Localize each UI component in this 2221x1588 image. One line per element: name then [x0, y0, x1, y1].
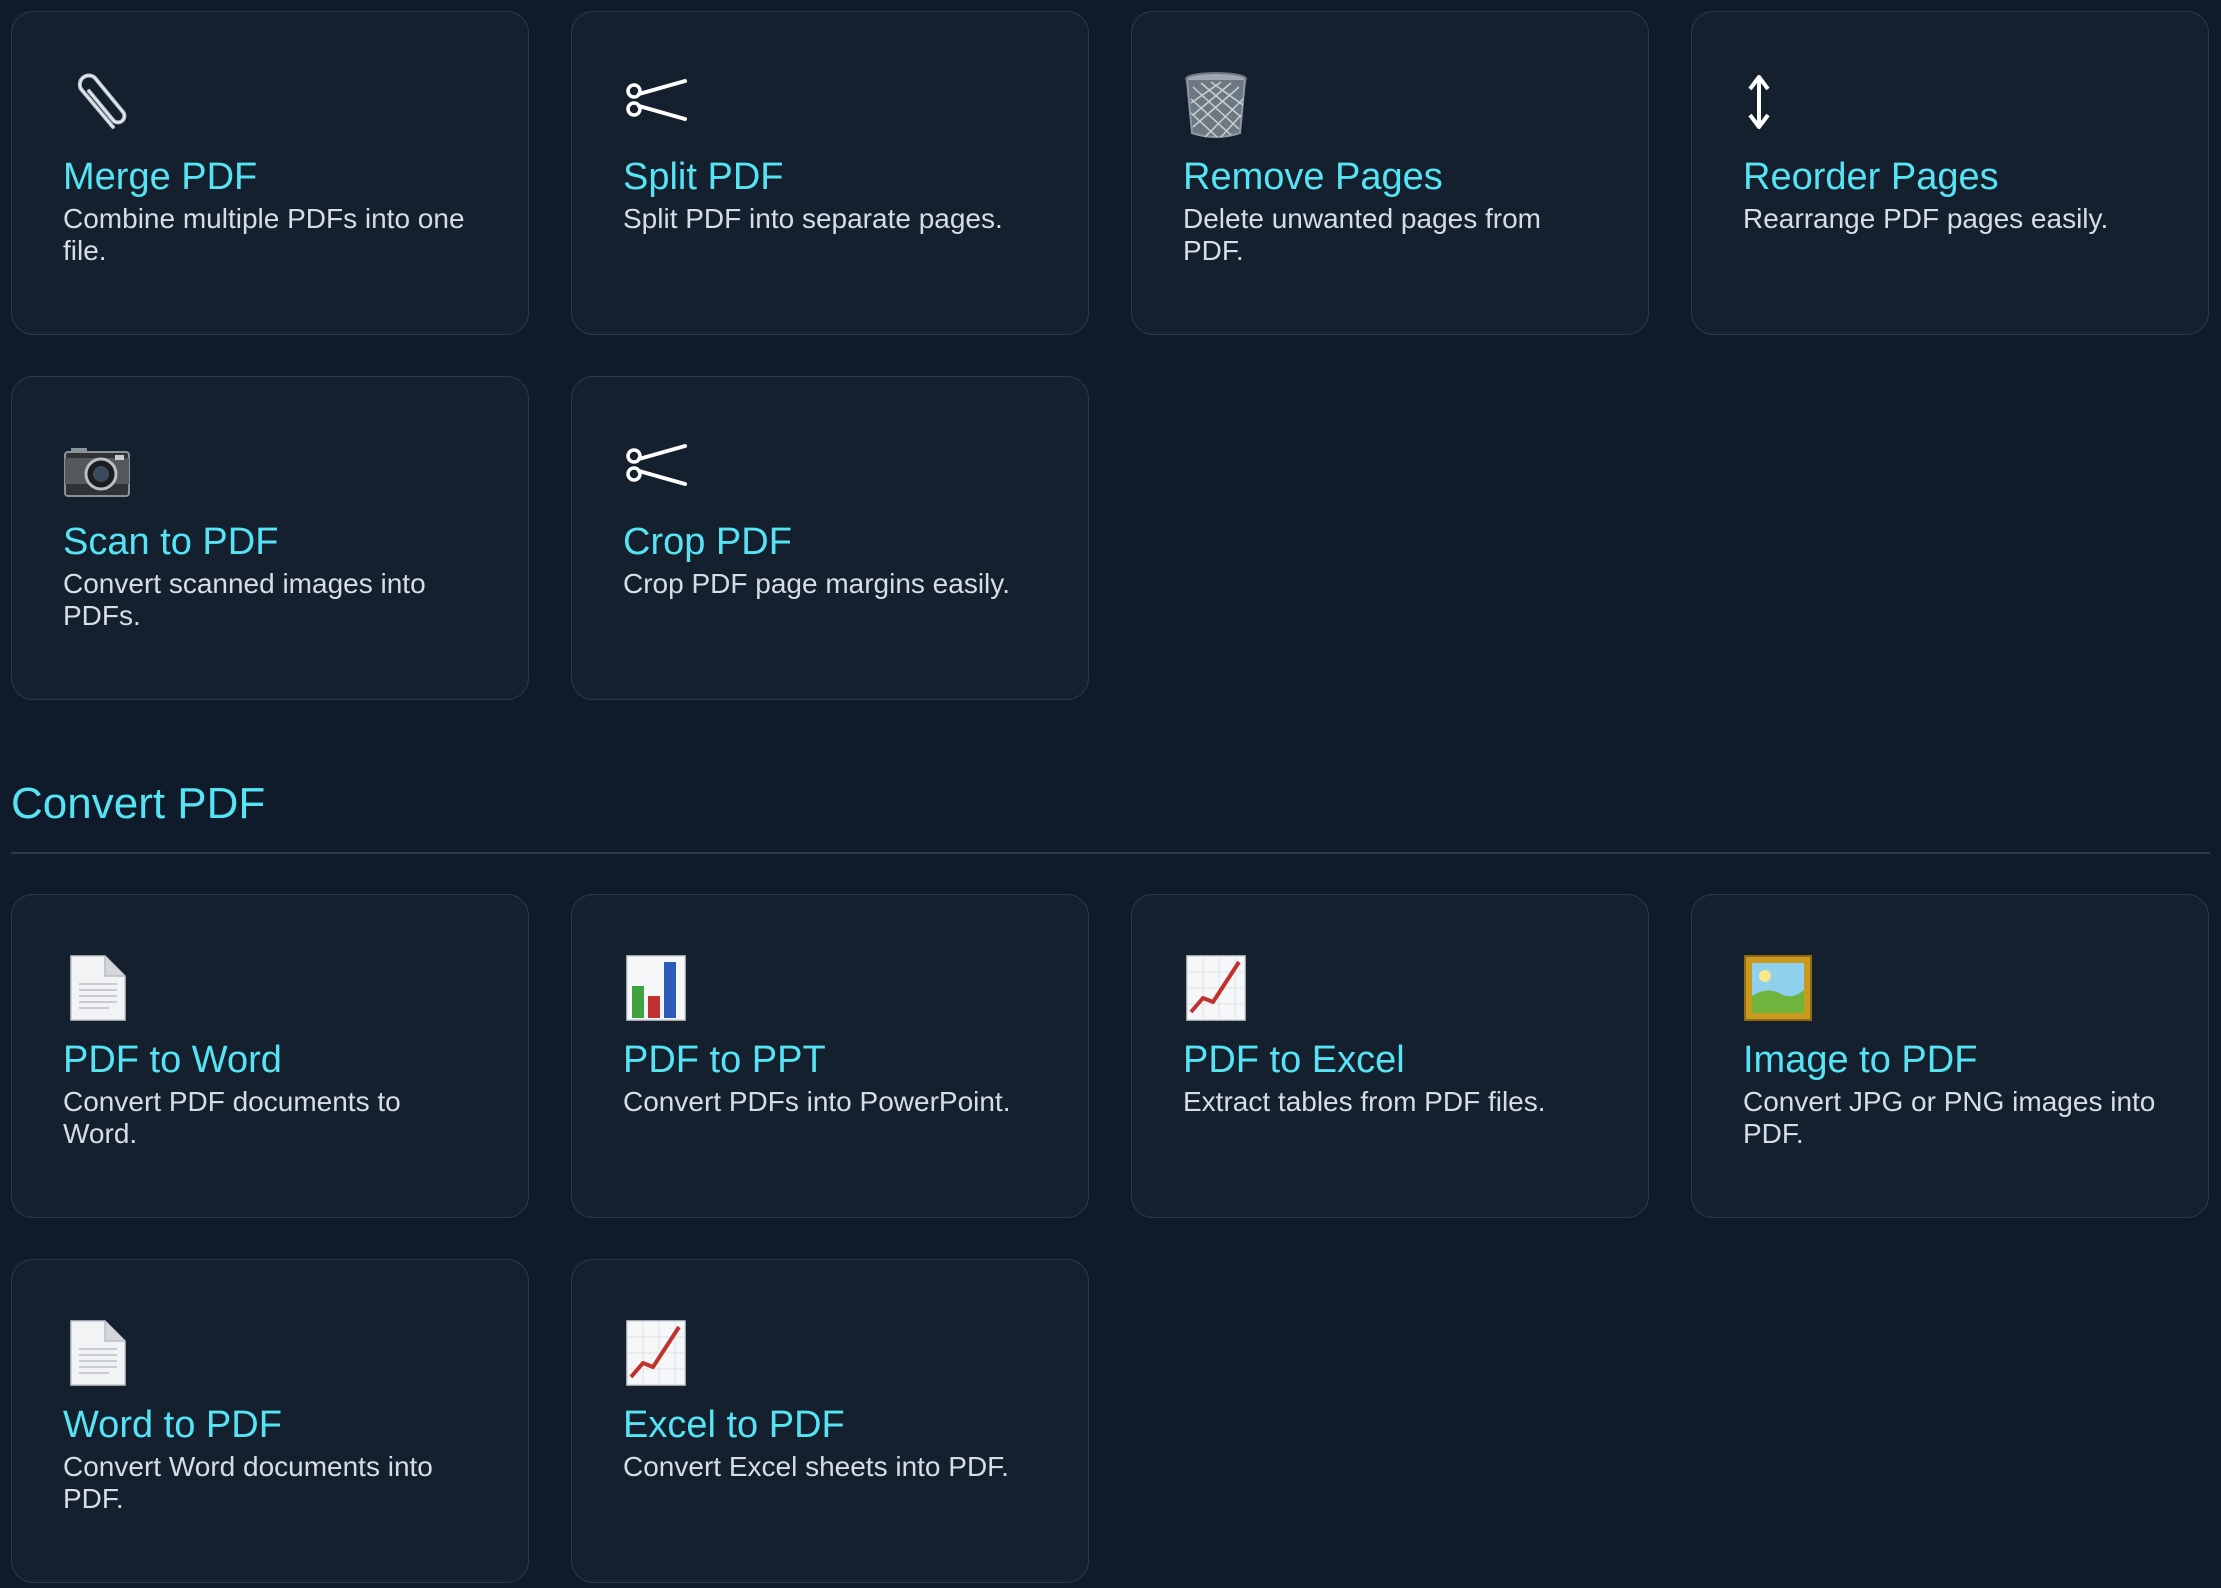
card-title: Word to PDF	[63, 1404, 282, 1446]
card-description: Convert Word documents into PDF.	[63, 1451, 433, 1514]
split-pdf-card[interactable]: Split PDF Split PDF into separate pages.	[571, 11, 1089, 335]
section-divider	[11, 852, 2210, 854]
remove-pages-card[interactable]: Remove Pages Delete unwanted pages from …	[1131, 11, 1649, 335]
wastebasket-icon	[1183, 69, 1255, 141]
merge-pdf-card[interactable]: Merge PDF Combine multiple PDFs into one…	[11, 11, 529, 335]
card-description: Convert scanned images into PDFs.	[63, 568, 426, 631]
card-description: Crop PDF page margins easily.	[623, 568, 1010, 599]
card-description: Extract tables from PDF files.	[1183, 1086, 1546, 1117]
framed-picture-icon	[1743, 952, 1815, 1024]
card-description: Delete unwanted pages from PDF.	[1183, 203, 1541, 266]
chart-increasing-icon	[623, 1317, 695, 1389]
bar-chart-icon	[623, 952, 695, 1024]
card-title: PDF to PPT	[623, 1039, 826, 1081]
card-title: Split PDF	[623, 156, 784, 198]
paperclip-icon	[63, 69, 135, 141]
image-to-pdf-card[interactable]: Image to PDF Convert JPG or PNG images i…	[1691, 894, 2209, 1218]
organize-tools-grid: Merge PDF Combine multiple PDFs into one…	[11, 11, 2210, 700]
reorder-pages-card[interactable]: Reorder Pages Rearrange PDF pages easily…	[1691, 11, 2209, 335]
card-title: Reorder Pages	[1743, 156, 1999, 198]
card-description: Convert Excel sheets into PDF.	[623, 1451, 1009, 1482]
card-description: Rearrange PDF pages easily.	[1743, 203, 2109, 234]
scan-to-pdf-card[interactable]: Scan to PDF Convert scanned images into …	[11, 376, 529, 700]
pdf-to-excel-card[interactable]: PDF to Excel Extract tables from PDF fil…	[1131, 894, 1649, 1218]
card-title: Scan to PDF	[63, 521, 279, 563]
word-to-pdf-card[interactable]: Word to PDF Convert Word documents into …	[11, 1259, 529, 1583]
card-description: Convert PDFs into PowerPoint.	[623, 1086, 1011, 1117]
card-description: Combine multiple PDFs into one file.	[63, 203, 465, 266]
scissors-icon	[623, 434, 695, 506]
document-icon	[63, 952, 135, 1024]
scissors-icon	[623, 69, 695, 141]
card-description: Convert PDF documents to Word.	[63, 1086, 401, 1149]
up-down-arrow-icon	[1743, 69, 1815, 141]
card-title: Remove Pages	[1183, 156, 1443, 198]
chart-increasing-icon	[1183, 952, 1255, 1024]
section-heading: Convert PDF	[11, 779, 266, 828]
pdf-to-ppt-card[interactable]: PDF to PPT Convert PDFs into PowerPoint.	[571, 894, 1089, 1218]
document-icon	[63, 1317, 135, 1389]
excel-to-pdf-card[interactable]: Excel to PDF Convert Excel sheets into P…	[571, 1259, 1089, 1583]
card-title: Crop PDF	[623, 521, 792, 563]
convert-tools-grid: PDF to Word Convert PDF documents to Wor…	[11, 894, 2210, 1583]
pdf-to-word-card[interactable]: PDF to Word Convert PDF documents to Wor…	[11, 894, 529, 1218]
card-title: PDF to Excel	[1183, 1039, 1405, 1081]
tools-page: Merge PDF Combine multiple PDFs into one…	[0, 0, 2221, 1588]
card-title: Excel to PDF	[623, 1404, 845, 1446]
camera-icon	[63, 434, 135, 506]
card-title: Image to PDF	[1743, 1039, 1978, 1081]
card-title: PDF to Word	[63, 1039, 282, 1081]
card-title: Merge PDF	[63, 156, 258, 198]
crop-pdf-card[interactable]: Crop PDF Crop PDF page margins easily.	[571, 376, 1089, 700]
card-description: Convert JPG or PNG images into PDF.	[1743, 1086, 2156, 1149]
card-description: Split PDF into separate pages.	[623, 203, 1003, 234]
